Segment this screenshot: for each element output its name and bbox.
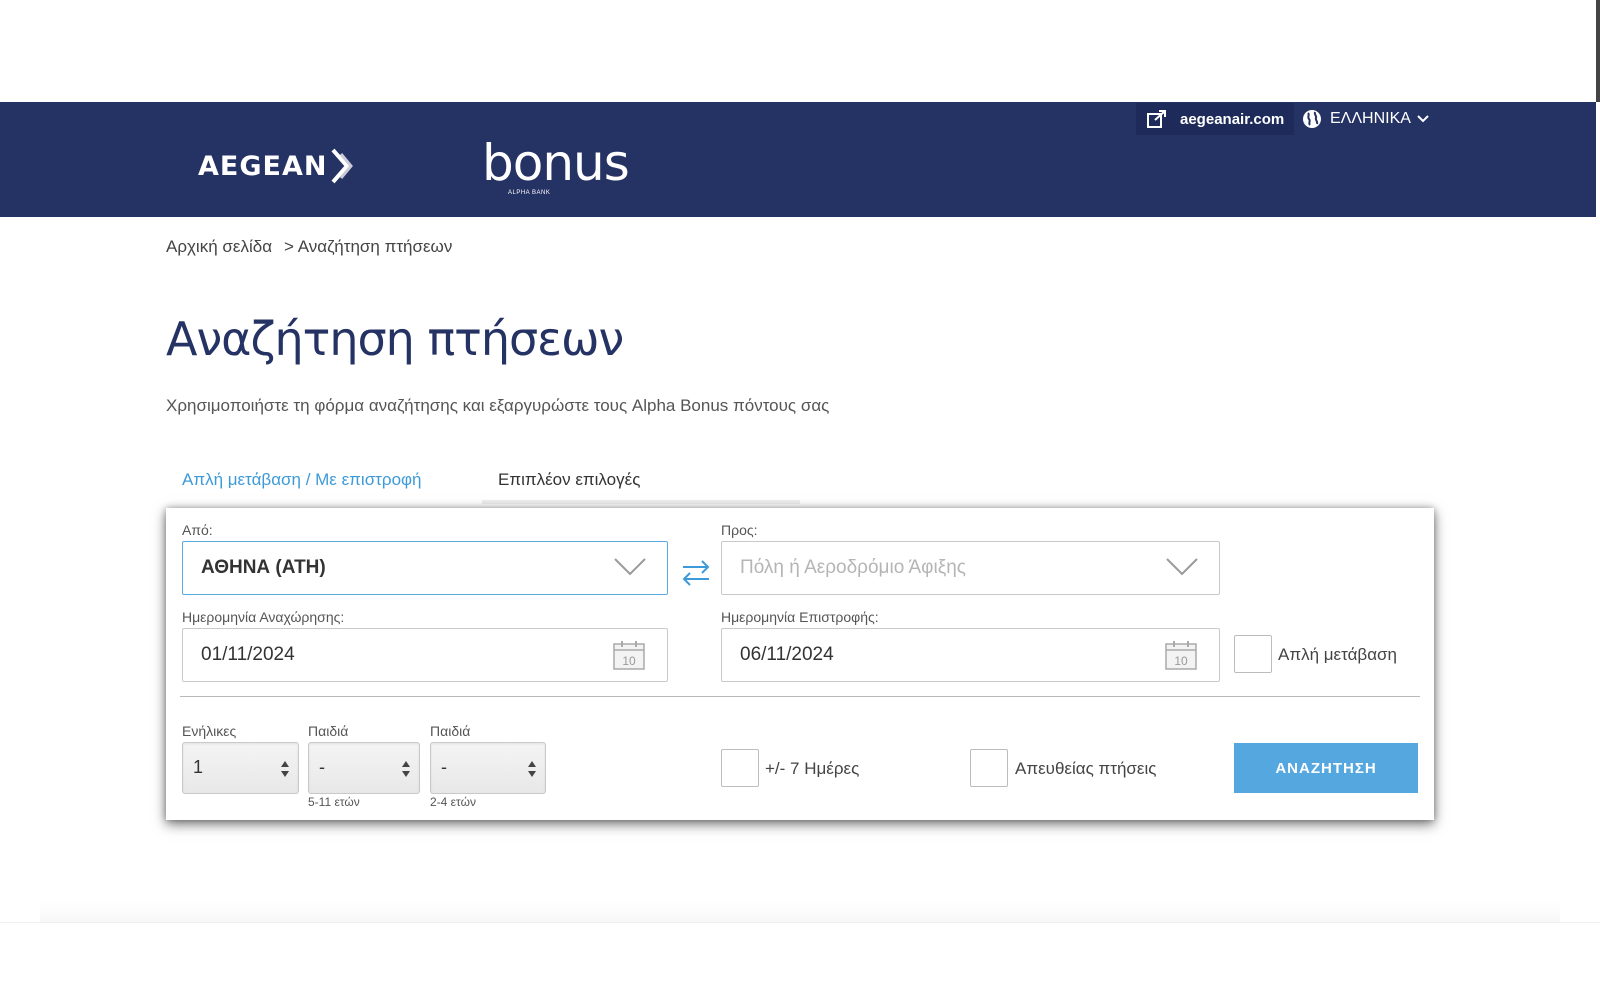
breadcrumb-current: > Αναζήτηση πτήσεων — [284, 237, 453, 256]
return-date-label: Ημερομηνία Επιστροφής: — [721, 609, 879, 625]
from-airport-value: ΑΘΗΝΑ (ATH) — [201, 557, 326, 578]
select-arrows-icon — [281, 761, 289, 777]
calendar-icon[interactable]: 10 — [613, 640, 645, 670]
one-way-checkbox[interactable] — [1234, 635, 1272, 673]
breadcrumb-home-link[interactable]: Αρχική σελίδα — [166, 237, 272, 257]
bonus-logo-subtext: ALPHA BANK — [508, 190, 551, 196]
chevron-down-icon — [1166, 558, 1198, 576]
to-airport-select[interactable]: Πόλη ή Αεροδρόμιο Άφιξης — [721, 541, 1220, 595]
children-age-hint: 5-11 ετών — [308, 795, 360, 809]
page-subtitle: Χρησιμοποιήστε τη φόρμα αναζήτησης και ε… — [166, 396, 830, 415]
swap-airports-icon[interactable] — [680, 556, 712, 590]
children-select[interactable]: - — [308, 742, 420, 794]
language-label: ΕΛΛΗΝΙΚΑ — [1330, 110, 1411, 127]
tab-one-way-return[interactable]: Απλή μετάβαση / Με επιστροφή — [166, 462, 478, 504]
calendar-icon[interactable]: 10 — [1165, 640, 1197, 670]
infants-label: Παιδιά — [430, 723, 471, 739]
infants-age-hint: 2-4 ετών — [430, 795, 476, 809]
page-bottom-area — [0, 922, 1600, 1000]
infants-select[interactable]: - — [430, 742, 546, 794]
infants-value: - — [441, 757, 447, 777]
return-date-value: 06/11/2024 — [740, 644, 834, 665]
calendar-day-text: 10 — [1174, 654, 1188, 668]
adults-value: 1 — [193, 757, 204, 777]
bonus-logo-text: bonus — [482, 134, 630, 192]
tab-more-options[interactable]: Επιπλέον επιλογές — [482, 462, 800, 504]
adults-label: Ενήλικες — [182, 723, 237, 739]
depart-date-field[interactable]: 01/11/2024 10 — [182, 628, 668, 682]
bonus-logo[interactable]: bonus ALPHA BANK — [482, 134, 632, 200]
select-arrows-icon — [528, 761, 536, 777]
from-label: Από: — [182, 522, 213, 538]
aegean-logo-text: AEGEAN — [198, 150, 328, 182]
external-link-label: aegeanair.com — [1180, 110, 1285, 128]
from-airport-select[interactable]: ΑΘΗΝΑ (ATH) — [182, 541, 668, 595]
external-link-icon — [1147, 110, 1166, 128]
chevron-down-icon — [614, 558, 646, 576]
breadcrumb: Αρχική σελίδα > Αναζήτηση πτήσεων — [166, 237, 452, 257]
direct-flights-checkbox[interactable] — [970, 749, 1008, 787]
aegean-logo[interactable]: AEGEAN — [198, 146, 357, 186]
globe-icon — [1303, 110, 1321, 128]
return-date-field[interactable]: 06/11/2024 10 — [721, 628, 1220, 682]
flex-days-checkbox[interactable] — [721, 749, 759, 787]
window-scrollbar[interactable] — [1596, 0, 1600, 102]
calendar-day-text: 10 — [622, 654, 636, 668]
page-title: Αναζήτηση πτήσεων — [166, 312, 624, 366]
depart-date-value: 01/11/2024 — [201, 644, 295, 665]
aegean-chevron-icon — [331, 148, 354, 184]
children-value: - — [319, 757, 325, 777]
flex-days-label: +/- 7 Ημέρες — [765, 759, 860, 778]
language-selector[interactable]: ΕΛΛΗΝΙΚΑ — [1302, 103, 1429, 135]
adults-select[interactable]: 1 — [182, 742, 299, 794]
to-label: Προς: — [721, 522, 758, 538]
form-divider — [180, 696, 1420, 697]
footer-shadow — [40, 900, 1560, 922]
search-button[interactable]: ΑΝΑΖΗΤΗΣΗ — [1234, 743, 1418, 793]
to-airport-placeholder: Πόλη ή Αεροδρόμιο Άφιξης — [740, 557, 966, 578]
direct-flights-label: Απευθείας πτήσεις — [1015, 759, 1157, 778]
chevron-down-icon — [1417, 115, 1429, 123]
children-label: Παιδιά — [308, 723, 349, 739]
depart-date-label: Ημερομηνία Αναχώρησης: — [182, 609, 345, 625]
select-arrows-icon — [402, 761, 410, 777]
aegeanair-external-link[interactable]: aegeanair.com — [1136, 103, 1295, 135]
one-way-label: Απλή μετάβαση — [1278, 645, 1397, 664]
